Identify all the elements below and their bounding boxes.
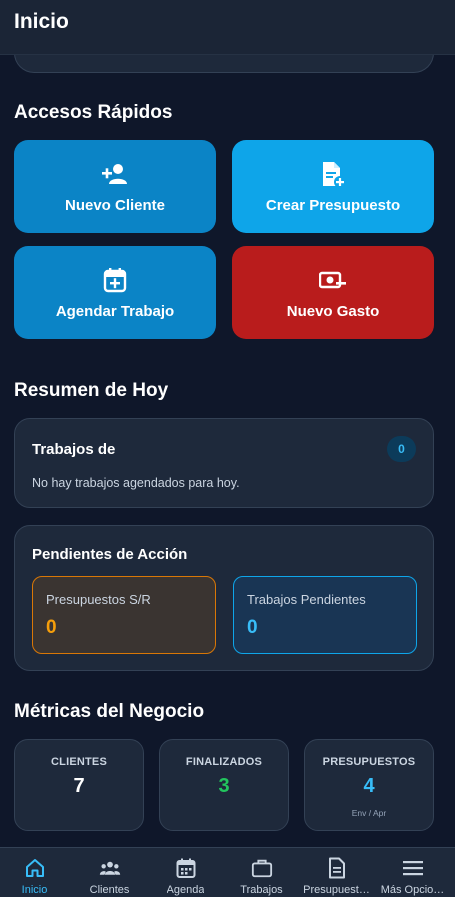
app-header: Inicio: [0, 0, 455, 55]
menu-icon: [402, 857, 424, 879]
pending-actions-title: Pendientes de Acción: [32, 546, 188, 563]
pending-quotes-value: 0: [46, 617, 57, 638]
metric-clients: CLIENTES 7: [14, 739, 144, 831]
today-jobs-empty-text: No hay trabajos agendados para hoy.: [32, 476, 240, 490]
briefcase-icon: [251, 857, 273, 879]
metric-quotes: PRESUPUESTOS 4 Env / Apr: [304, 739, 434, 831]
today-jobs-card: Trabajos de 0 No hay trabajos agendados …: [14, 418, 434, 508]
new-client-button[interactable]: Nuevo Cliente: [14, 140, 216, 233]
bottom-nav: Inicio Clientes Agenda Trabajos Presupue…: [0, 847, 455, 897]
pending-actions-card: Pendientes de Acción Presupuestos S/R 0 …: [14, 525, 434, 671]
metric-clients-value: 7: [73, 775, 85, 797]
metric-finished: FINALIZADOS 3: [159, 739, 289, 831]
new-expense-label: Nuevo Gasto: [286, 302, 380, 320]
nav-label-jobs: Trabajos: [240, 884, 283, 896]
today-jobs-count-badge: 0: [387, 436, 416, 462]
schedule-job-label: Agendar Trabajo: [55, 302, 175, 320]
quick-access-title: Accesos Rápidos: [14, 102, 173, 123]
pending-quotes-box[interactable]: Presupuestos S/R 0: [32, 576, 216, 654]
document-icon: [326, 857, 348, 879]
metric-quotes-value: 4: [363, 775, 375, 797]
metric-finished-value: 3: [218, 775, 230, 797]
metric-clients-label: CLIENTES: [51, 756, 107, 768]
metric-quotes-sub: Env / Apr: [351, 808, 387, 818]
summary-title: Resumen de Hoy: [14, 380, 169, 401]
schedule-job-button[interactable]: Agendar Trabajo: [14, 246, 216, 339]
pending-jobs-box[interactable]: Trabajos Pendientes 0: [233, 576, 417, 654]
nav-label-agenda: Agenda: [166, 884, 205, 896]
users-icon: [99, 857, 121, 879]
new-client-label: Nuevo Cliente: [64, 196, 166, 214]
metric-quotes-label: PRESUPUESTOS: [322, 756, 416, 768]
new-expense-button[interactable]: Nuevo Gasto: [232, 246, 434, 339]
home-icon: [24, 857, 46, 879]
nav-item-more[interactable]: Más Opcio…: [375, 848, 450, 897]
nav-label-clients: Clientes: [89, 884, 130, 896]
pending-jobs-value: 0: [247, 617, 258, 638]
create-quote-button[interactable]: Crear Presupuesto: [232, 140, 434, 233]
nav-label-more: Más Opcio…: [380, 884, 445, 896]
today-jobs-title: Trabajos de: [32, 441, 116, 458]
calendar-icon: [175, 857, 197, 879]
metric-finished-label: FINALIZADOS: [185, 756, 263, 768]
money-remove-icon: [319, 266, 347, 294]
calendar-add-icon: [101, 266, 129, 294]
nav-label-quotes: Presupuest…: [303, 884, 370, 896]
create-quote-label: Crear Presupuesto: [265, 196, 401, 214]
metrics-title: Métricas del Negocio: [14, 701, 205, 722]
nav-item-agenda[interactable]: Agenda: [148, 848, 223, 897]
add-user-icon: [101, 160, 129, 188]
nav-item-clients[interactable]: Clientes: [72, 848, 147, 897]
document-add-icon: [319, 160, 347, 188]
nav-item-jobs[interactable]: Trabajos: [224, 848, 299, 897]
page-title: Inicio: [14, 10, 69, 33]
nav-label-home: Inicio: [21, 884, 48, 896]
nav-item-quotes[interactable]: Presupuest…: [299, 848, 374, 897]
nav-item-home[interactable]: Inicio: [0, 848, 72, 897]
pending-quotes-label: Presupuestos S/R: [46, 592, 151, 607]
pending-jobs-label: Trabajos Pendientes: [247, 592, 366, 607]
